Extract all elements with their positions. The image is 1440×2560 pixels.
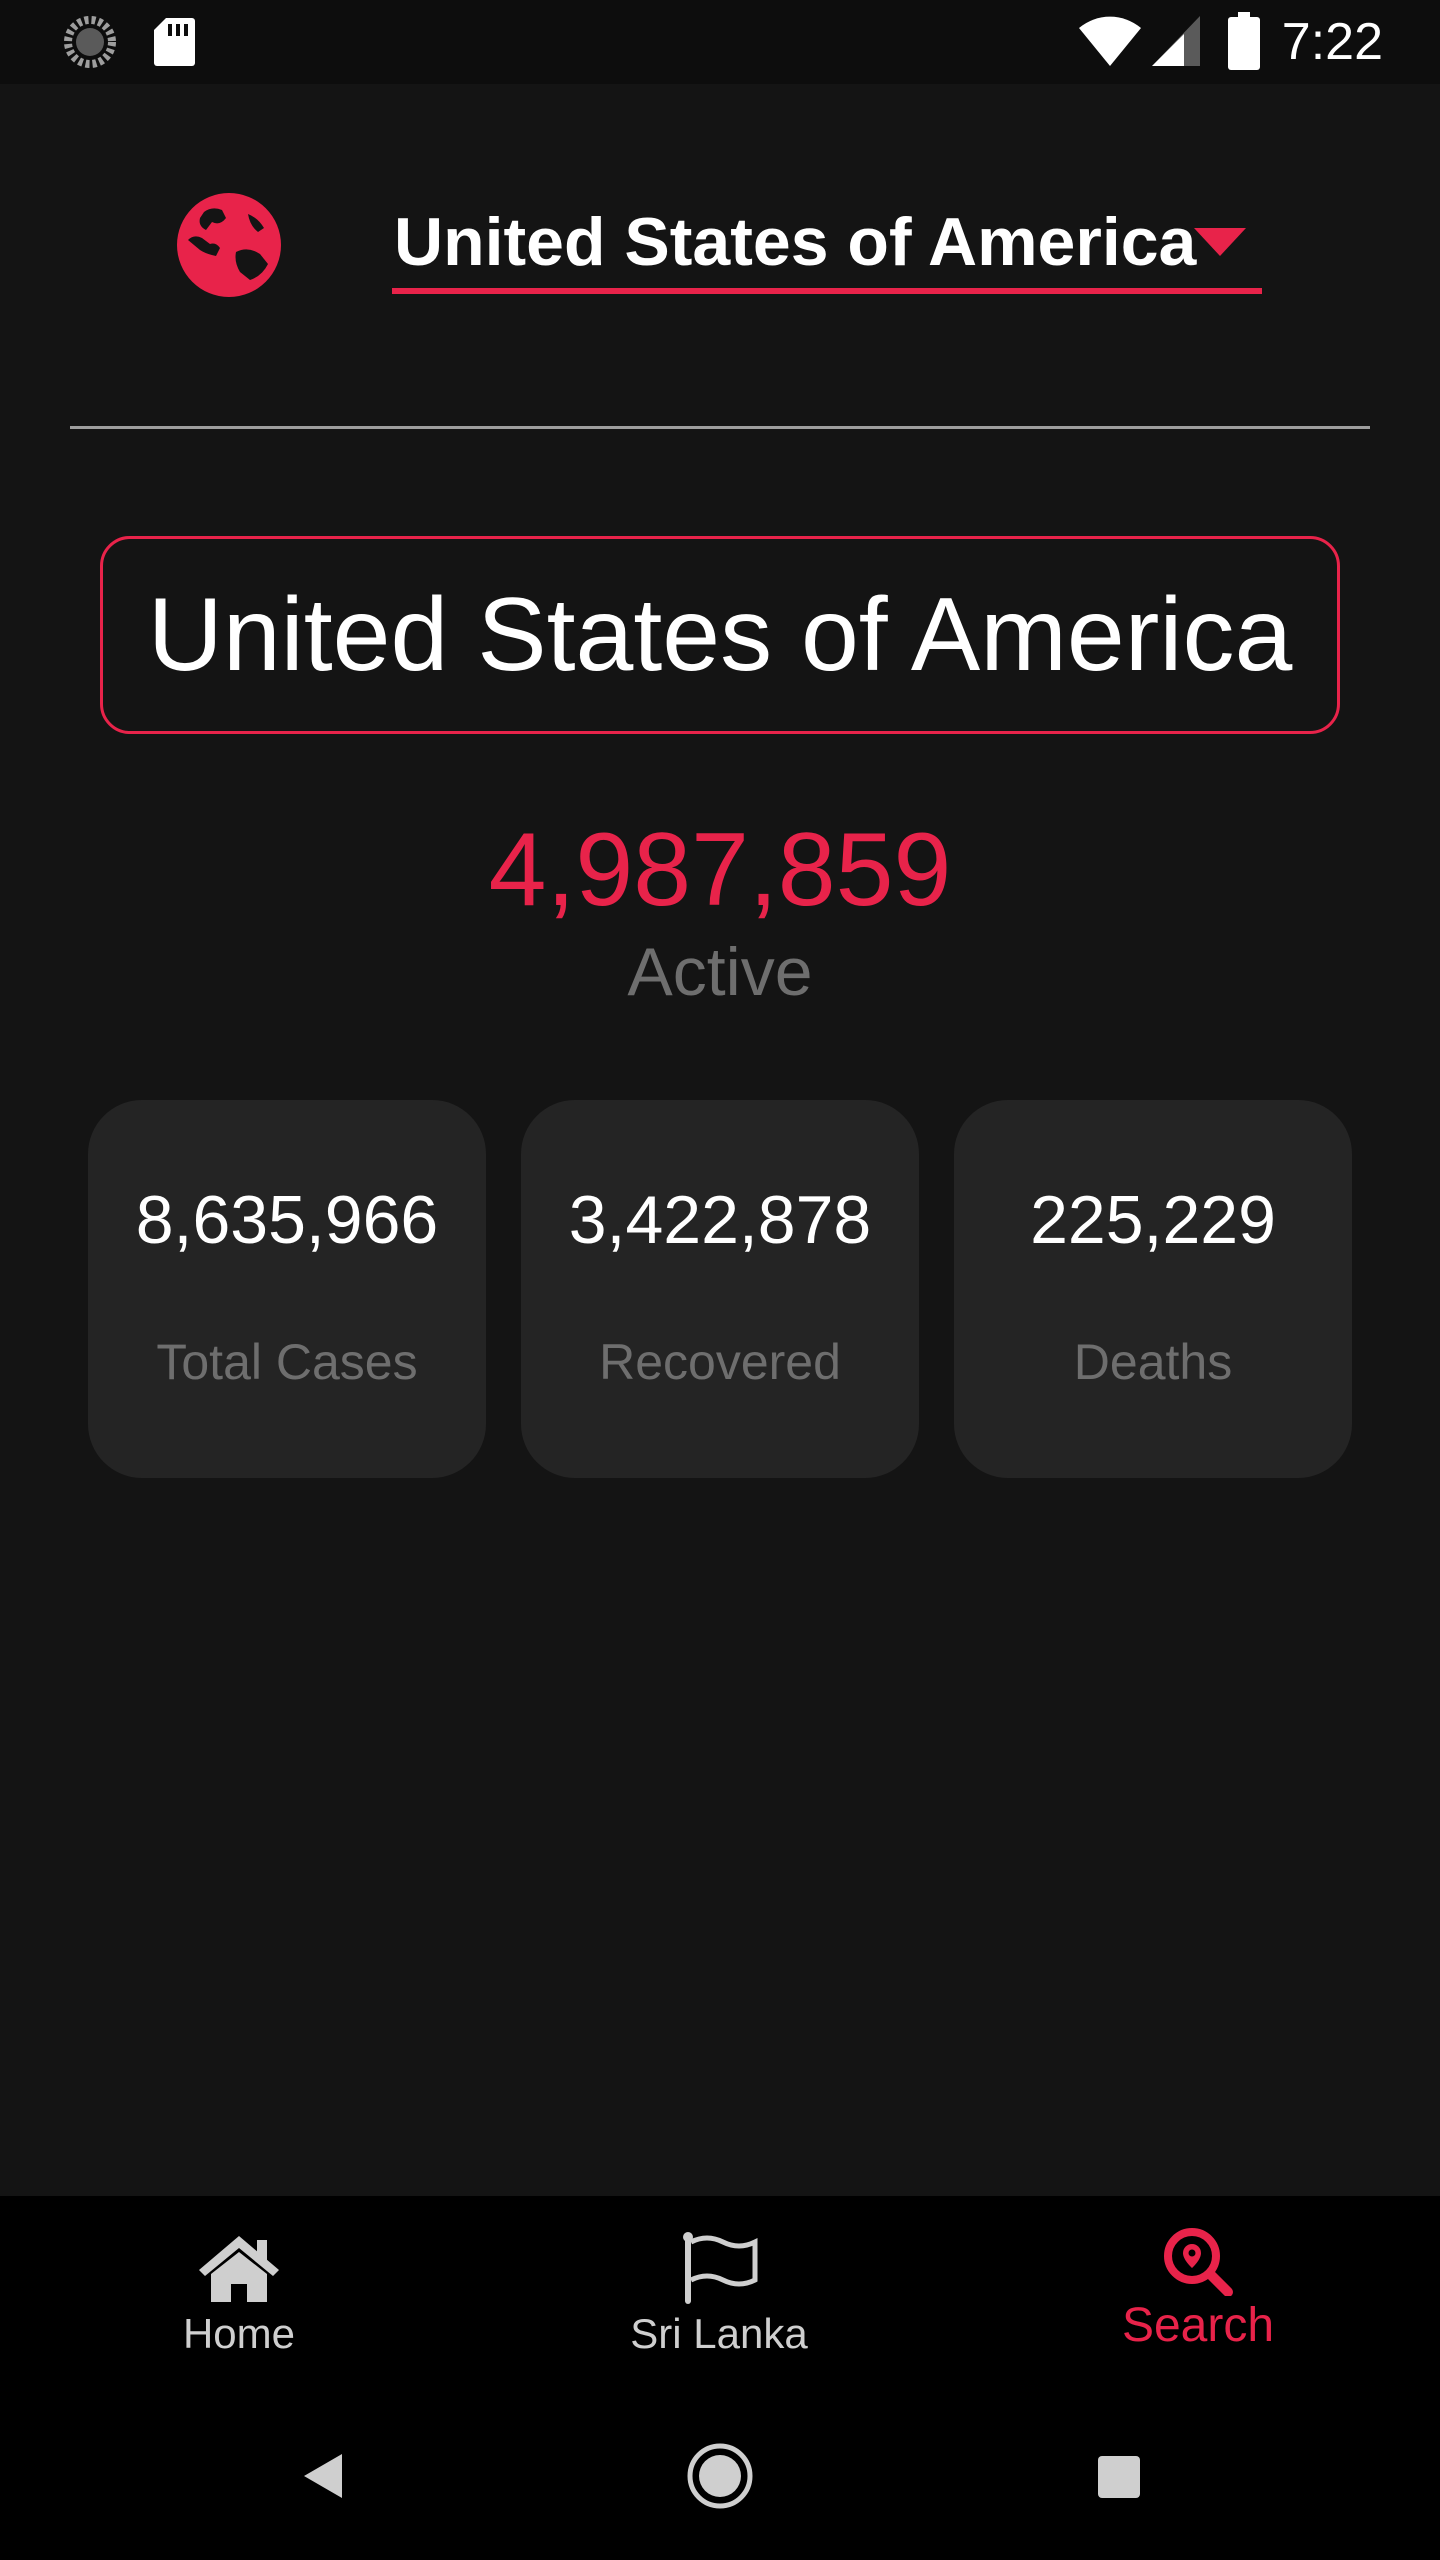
recovered-card: 3,422,878 Recovered	[521, 1100, 919, 1478]
recovered-label: Recovered	[599, 1334, 841, 1390]
sync-icon	[64, 16, 116, 68]
deaths-value: 225,229	[1030, 1182, 1276, 1258]
deaths-label: Deaths	[1073, 1334, 1233, 1390]
clock: 7:22	[1281, 13, 1383, 71]
nav-home[interactable]: Home	[89, 2196, 389, 2392]
system-navigation-bar	[0, 2392, 1440, 2560]
home-circle-icon[interactable]	[678, 2434, 762, 2518]
search-location-icon	[1164, 2228, 1233, 2296]
sd-card-icon	[154, 18, 195, 66]
divider	[70, 426, 1370, 429]
back-icon[interactable]	[280, 2434, 364, 2518]
country-name: United States of America	[147, 577, 1293, 693]
nav-home-label: Home	[182, 2310, 296, 2357]
dropdown-selected-value: United States of America	[394, 204, 1197, 280]
nav-sri-lanka-label: Sri Lanka	[630, 2310, 808, 2357]
wifi-icon	[1079, 16, 1141, 66]
deaths-card: 225,229 Deaths	[954, 1100, 1352, 1478]
country-dropdown[interactable]: United States of America	[392, 190, 1262, 294]
nav-sri-lanka[interactable]: Sri Lanka	[569, 2196, 869, 2392]
active-cases-value: 4,987,859	[488, 812, 952, 928]
total-cases-value: 8,635,966	[135, 1182, 439, 1258]
cellular-icon	[1152, 16, 1200, 66]
battery-icon	[1228, 12, 1260, 70]
country-name-box: United States of America	[100, 536, 1340, 734]
status-bar: 7:22	[0, 0, 1440, 84]
nav-search-label: Search	[1121, 2299, 1275, 2352]
recovered-value: 3,422,878	[568, 1182, 872, 1258]
globe-icon	[177, 193, 281, 297]
bottom-navigation: Home Sri Lanka Search	[0, 2196, 1440, 2392]
active-cases-label: Active	[627, 934, 813, 1010]
nav-search[interactable]: Search	[1048, 2196, 1348, 2392]
home-icon	[199, 2236, 279, 2302]
recents-icon[interactable]	[1076, 2434, 1160, 2518]
flag-icon	[683, 2232, 758, 2304]
total-cases-card: 8,635,966 Total Cases	[88, 1100, 486, 1478]
total-cases-label: Total Cases	[156, 1334, 418, 1390]
caret-down-icon	[1194, 228, 1246, 256]
